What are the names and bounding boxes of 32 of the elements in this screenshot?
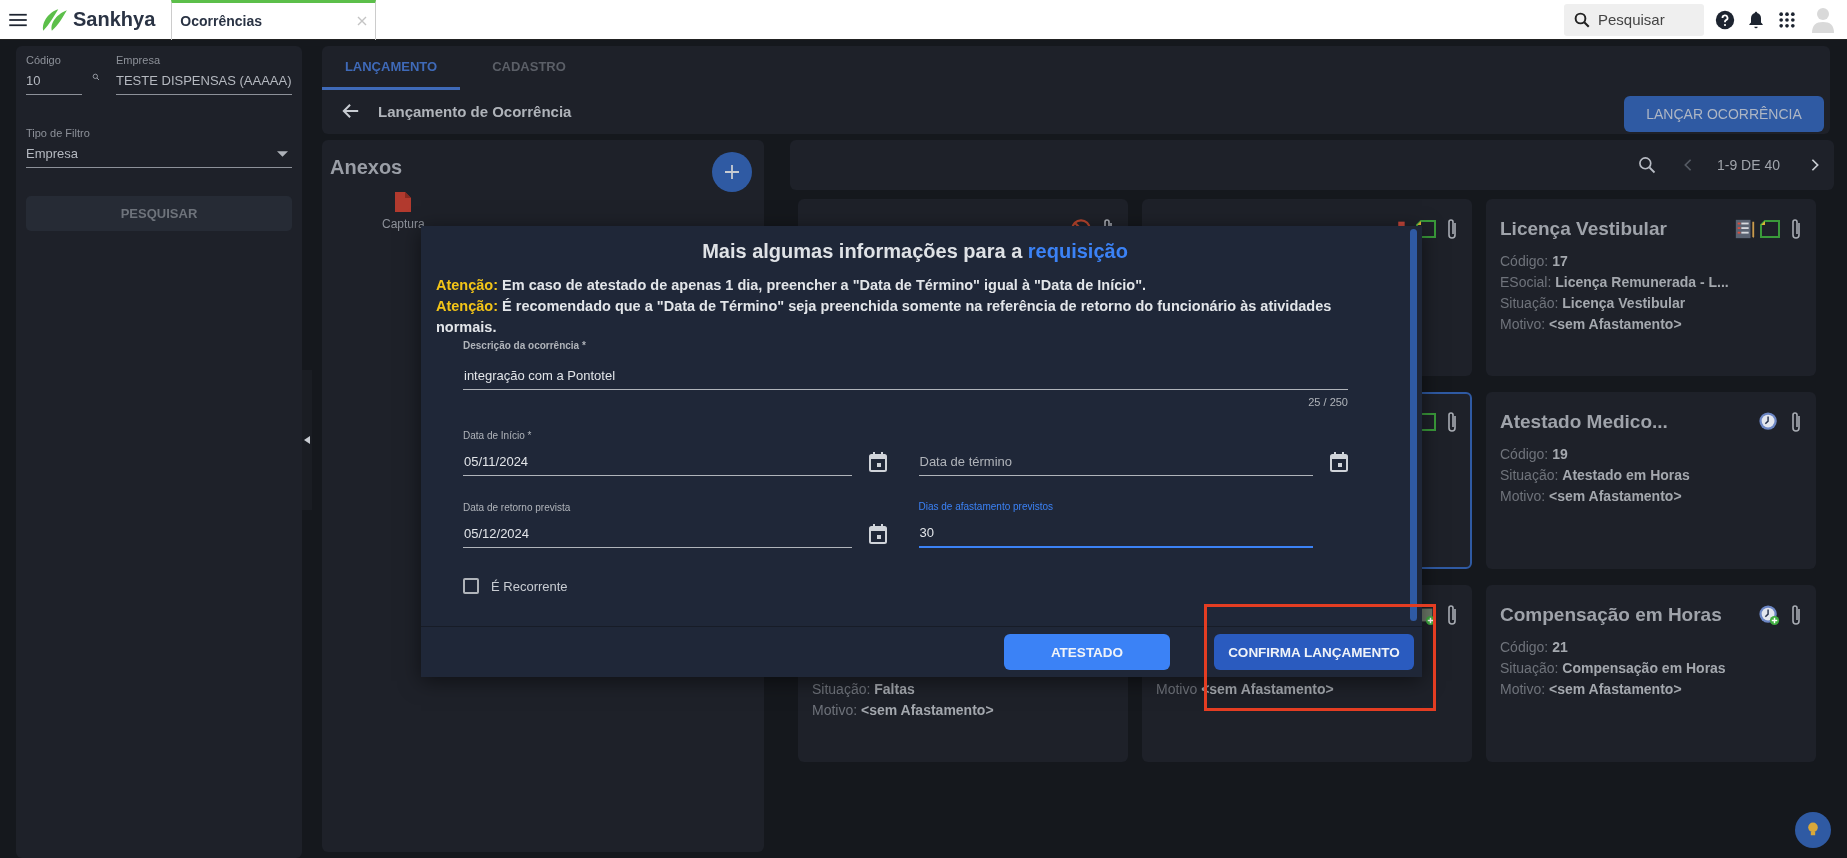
field-label: Tipo de Filtro <box>26 127 91 139</box>
warning-text: Atenção: É recomendado que a "Data de Término" seja preenchida somente na referência de retorno do funcionário às atividades normais. <box>436 297 1333 337</box>
checkbox-label: É Recorrente <box>491 578 568 594</box>
card-field: Código: 19 <box>1500 444 1802 465</box>
dialog-title: Mais algumas informações para a requisição <box>701 240 1129 263</box>
field-label: Data de retorno prevista <box>463 502 572 514</box>
field-label: Código <box>26 54 62 66</box>
card-field: Situação: Atestado em Horas <box>1500 465 1802 486</box>
field-label: Descrição da ocorrência * <box>463 340 587 352</box>
brand-name: Sankhya <box>73 8 156 31</box>
field-label: Empresa <box>116 54 162 66</box>
page-range: 1-9 DE 40 <box>1716 157 1780 173</box>
card-field: Situação: Compensação em Horas <box>1500 658 1802 679</box>
card-field: Código: 21 <box>1500 637 1802 658</box>
panel-title: Anexos <box>330 156 403 179</box>
card-field: Motivo: <sem Afastamento> <box>1500 314 1802 335</box>
card-field: Situação: Faltas <box>812 679 1114 700</box>
card-field: Motivo: <sem Afastamento> <box>1500 486 1802 507</box>
warning-text: Atenção: Em caso de atestado de apenas 1 dia, preencher a "Data de Término" igual à "Data de Início". <box>436 276 1148 295</box>
card-title: Licença Vestibular <box>1500 218 1667 240</box>
card-field: Situação: Licença Vestibular <box>1500 293 1802 314</box>
card-title: Atestado Medico... <box>1500 411 1668 433</box>
field-label: Dias de afastamento previstos <box>918 501 1054 513</box>
card-title: Compensação em Horas <box>1500 604 1722 626</box>
character-counter: 25 / 250 <box>1308 396 1348 408</box>
field-label: Data de Início * <box>463 430 533 442</box>
card-field: Motivo: <sem Afastamento> <box>812 700 1114 721</box>
card-field: Código: 17 <box>1500 251 1802 272</box>
file-name: Captura <box>382 217 425 231</box>
card-field: Motivo: <sem Afastamento> <box>1500 679 1802 700</box>
page-title: Lançamento de Ocorrência <box>378 102 572 120</box>
card-field: ESocial: Licença Remunerada - L... <box>1500 272 1802 293</box>
